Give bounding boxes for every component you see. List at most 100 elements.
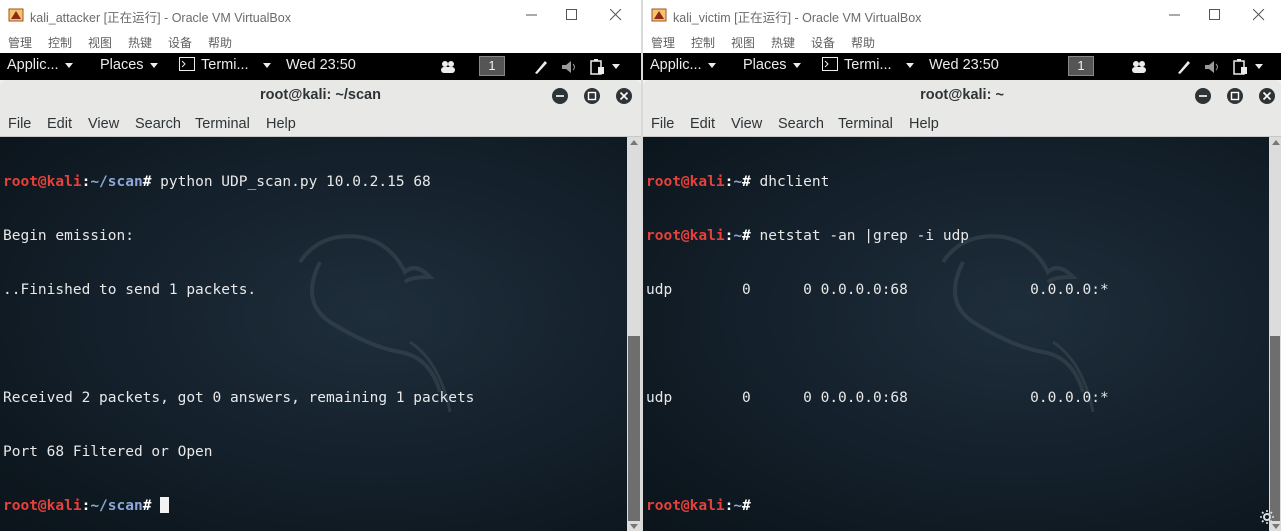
terminal-scrollbar[interactable] xyxy=(1269,137,1281,531)
minimize-icon xyxy=(556,95,564,97)
maximize-icon xyxy=(1209,9,1220,20)
menu-hotkey[interactable]: 热键 xyxy=(771,34,795,51)
vbox-title-bar[interactable]: kali_attacker [正在运行] - Oracle VM Virtual… xyxy=(0,0,641,30)
volume-icon[interactable] xyxy=(1204,59,1222,75)
terminal-output[interactable]: root@kali:~# dhclient root@kali:~# netst… xyxy=(643,137,1269,531)
terminal-line: Port 68 Filtered or Open xyxy=(3,444,213,460)
close-icon xyxy=(610,9,622,21)
terminal-menu-help[interactable]: Help xyxy=(909,116,939,132)
terminal-menu-file[interactable]: File xyxy=(8,116,31,132)
battery-icon[interactable] xyxy=(589,58,605,75)
terminal-menu-search[interactable]: Search xyxy=(778,116,824,132)
places-menu[interactable]: Places xyxy=(743,57,801,73)
terminal-menu-edit[interactable]: Edit xyxy=(690,116,715,132)
terminal-scrollbar[interactable] xyxy=(627,137,641,531)
terminal-menu-view[interactable]: View xyxy=(88,116,119,132)
terminal-minimize-button[interactable] xyxy=(1195,88,1211,104)
menu-devices[interactable]: 设备 xyxy=(811,34,835,51)
vbox-window-title: kali_attacker [正在运行] - Oracle VM Virtual… xyxy=(30,11,291,25)
terminal-menu-file[interactable]: File xyxy=(651,116,674,132)
vbox-title-bar[interactable]: kali_victim [正在运行] - Oracle VM VirtualBo… xyxy=(643,0,1281,30)
terminal-line: Received 2 packets, got 0 answers, remai… xyxy=(3,390,475,406)
people-icon[interactable] xyxy=(440,60,456,73)
terminal-line: ..Finished to send 1 packets. xyxy=(3,282,257,298)
minimize-icon xyxy=(1199,95,1207,97)
pencil-icon[interactable] xyxy=(1176,59,1192,75)
system-menu-caret-icon[interactable] xyxy=(612,64,620,69)
scroll-up-icon[interactable] xyxy=(630,140,638,145)
scroll-down-icon[interactable] xyxy=(630,524,638,529)
applications-menu[interactable]: Applic... xyxy=(650,57,716,73)
terminal-menu-edit[interactable]: Edit xyxy=(47,116,72,132)
terminal-icon xyxy=(179,57,195,71)
terminal-title: root@kali: ~ xyxy=(920,87,1004,103)
maximize-icon xyxy=(1230,91,1240,101)
pencil-icon[interactable] xyxy=(533,59,549,75)
menu-manage[interactable]: 管理 xyxy=(651,34,675,51)
vm-window-victim: kali_victim [正在运行] - Oracle VM VirtualBo… xyxy=(643,0,1281,531)
clock[interactable]: Wed 23:50 xyxy=(286,57,356,73)
menu-manage[interactable]: 管理 xyxy=(8,34,32,51)
terminal-header[interactable]: root@kali: ~ xyxy=(643,80,1281,112)
terminal-output[interactable]: root@kali:~/scan# python UDP_scan.py 10.… xyxy=(0,137,627,531)
terminal-line: root@kali:~/scan# xyxy=(3,497,474,515)
scrollbar-thumb[interactable] xyxy=(1270,336,1280,521)
maximize-button[interactable] xyxy=(549,0,595,30)
system-menu-caret-icon[interactable] xyxy=(1255,64,1263,69)
terminal-app-menu[interactable]: Termi... xyxy=(179,57,271,73)
workspace-indicator[interactable]: 1 xyxy=(479,56,505,76)
clock[interactable]: Wed 23:50 xyxy=(929,57,999,73)
maximize-icon xyxy=(587,91,597,101)
vbox-menu-bar: 管理 控制 视图 热键 设备 帮助 xyxy=(643,30,1281,53)
terminal-app-menu[interactable]: Termi... xyxy=(822,57,914,73)
menu-control[interactable]: 控制 xyxy=(691,34,715,51)
vm-window-attacker: kali_attacker [正在运行] - Oracle VM Virtual… xyxy=(0,0,641,531)
volume-icon[interactable] xyxy=(561,59,579,75)
terminal-header[interactable]: root@kali: ~/scan xyxy=(0,80,641,112)
menu-devices[interactable]: 设备 xyxy=(168,34,192,51)
terminal-close-button[interactable] xyxy=(1259,88,1275,104)
scrollbar-thumb[interactable] xyxy=(628,336,640,521)
people-icon[interactable] xyxy=(1131,60,1147,73)
terminal-menu-search[interactable]: Search xyxy=(135,116,181,132)
close-button[interactable] xyxy=(593,0,639,30)
menu-hotkey[interactable]: 热键 xyxy=(128,34,152,51)
menu-control[interactable]: 控制 xyxy=(48,34,72,51)
minimize-icon xyxy=(1169,14,1180,16)
gear-icon[interactable] xyxy=(1259,509,1275,525)
menu-help[interactable]: 帮助 xyxy=(851,34,875,51)
menu-view[interactable]: 视图 xyxy=(731,34,755,51)
terminal-menu-view[interactable]: View xyxy=(731,116,762,132)
terminal-line: root@kali:~# dhclient xyxy=(646,174,830,190)
menu-help[interactable]: 帮助 xyxy=(208,34,232,51)
terminal-line: udp 0 0 0.0.0.0:68 0.0.0.0:* xyxy=(646,282,1109,298)
battery-icon[interactable] xyxy=(1232,58,1248,75)
terminal-menu-bar: File Edit View Search Terminal Help xyxy=(0,112,641,137)
terminal-title: root@kali: ~/scan xyxy=(260,87,381,103)
terminal-menu-help[interactable]: Help xyxy=(266,116,296,132)
menu-view[interactable]: 视图 xyxy=(88,34,112,51)
terminal-maximize-button[interactable] xyxy=(1227,88,1243,104)
maximize-button[interactable] xyxy=(1192,0,1238,30)
terminal-minimize-button[interactable] xyxy=(552,88,568,104)
chevron-down-icon xyxy=(149,62,158,68)
terminal-maximize-button[interactable] xyxy=(584,88,600,104)
close-icon xyxy=(1253,9,1265,21)
maximize-icon xyxy=(566,9,577,20)
terminal-menu-terminal[interactable]: Terminal xyxy=(195,116,250,132)
applications-menu[interactable]: Applic... xyxy=(7,57,73,73)
chevron-down-icon xyxy=(905,62,914,68)
places-menu[interactable]: Places xyxy=(100,57,158,73)
terminal-menu-terminal[interactable]: Terminal xyxy=(838,116,893,132)
terminal-line: udp 0 0 0.0.0.0:68 0.0.0.0:* xyxy=(646,390,1109,406)
chevron-down-icon xyxy=(64,62,73,68)
terminal-line: root@kali:~/scan# python UDP_scan.py 10.… xyxy=(3,174,431,190)
terminal-close-button[interactable] xyxy=(616,88,632,104)
close-button[interactable] xyxy=(1236,0,1281,30)
workspace-indicator[interactable]: 1 xyxy=(1068,56,1094,76)
text-cursor xyxy=(160,497,170,513)
chevron-down-icon xyxy=(262,62,271,68)
scroll-up-icon[interactable] xyxy=(1272,140,1280,145)
